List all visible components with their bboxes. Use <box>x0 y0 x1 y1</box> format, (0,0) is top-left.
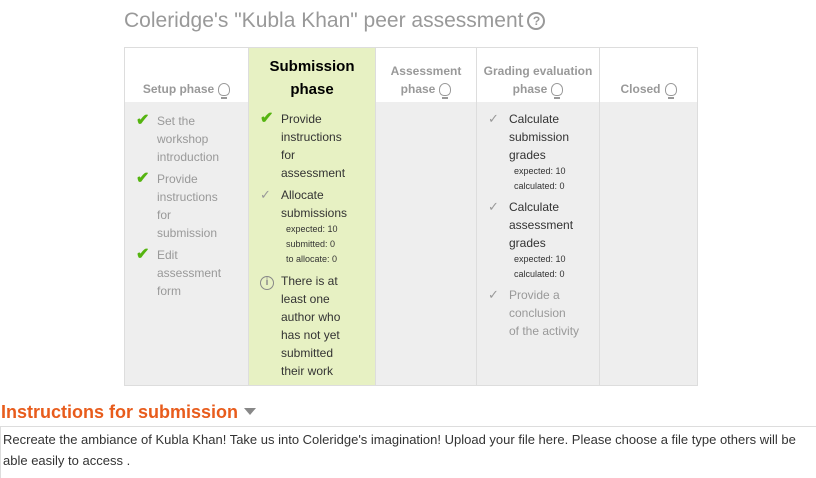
phase-header: Submission phase <box>249 48 375 102</box>
phase-tasks: ✓ Calculate submission grades expected: … <box>477 102 599 385</box>
phase-name-line1: Submission <box>269 58 355 75</box>
phase-name-line2: phase <box>290 81 334 98</box>
check-icon: ✔ <box>136 246 150 263</box>
phase-tasks: ✔ Provide instructions for assessment ✓ … <box>249 102 375 385</box>
task-detail: expected: 10 <box>286 224 338 234</box>
phase-tasks: ✔ Set the workshop introduction ✔ Provid… <box>125 102 248 385</box>
phase-closed: Closed <box>599 48 697 385</box>
phase-tasks <box>376 102 476 385</box>
phase-header[interactable]: Assessment phase <box>376 48 476 102</box>
phase-name-line1: Grading evaluation <box>483 64 593 78</box>
task-line[interactable]: submission <box>157 224 218 242</box>
section-heading[interactable]: Instructions for submission <box>1 402 257 423</box>
workshop-planner: Setup phase ✔ Set the workshop introduct… <box>124 47 698 386</box>
phase-name: Setup phase <box>142 82 215 96</box>
task-line[interactable]: assessment <box>509 216 573 234</box>
task-line[interactable]: assessment <box>281 164 345 182</box>
task-detail: calculated: 0 <box>514 269 565 279</box>
task-line[interactable]: for <box>157 206 218 224</box>
task-line[interactable]: of the activity <box>509 322 579 340</box>
task-line[interactable]: workshop <box>157 130 219 148</box>
chevron-down-icon[interactable] <box>244 408 257 415</box>
phase-header[interactable]: Grading evaluation phase <box>477 48 599 102</box>
task-line[interactable]: Calculate <box>509 110 569 128</box>
phase-tasks <box>600 102 697 385</box>
task-line: least one <box>281 292 330 306</box>
task-detail: expected: 10 <box>514 254 566 264</box>
phase-name: Closed <box>620 82 661 96</box>
phase-grading-evaluation: Grading evaluation phase ✓ Calculate sub… <box>476 48 599 385</box>
task-line[interactable]: assessment <box>157 264 221 282</box>
phase-setup: Setup phase ✔ Set the workshop introduct… <box>125 48 248 385</box>
phase-submission: Submission phase ✔ Provide instructions … <box>248 48 375 385</box>
task-line[interactable]: Allocate <box>281 186 347 204</box>
task-line[interactable]: Calculate <box>509 198 573 216</box>
task-line[interactable]: Provide <box>157 170 218 188</box>
phase-name-line2: phase <box>400 82 436 96</box>
instructions-text: Recreate the ambiance of Kubla Khan! Tak… <box>3 432 796 468</box>
task-detail: expected: 10 <box>514 166 566 176</box>
task-line[interactable]: conclusion <box>509 304 579 322</box>
task-detail: submitted: 0 <box>286 239 336 249</box>
todo-check-icon: ✓ <box>260 187 271 202</box>
question-circle-icon[interactable]: ? <box>527 12 546 30</box>
task-line: author who <box>281 310 341 324</box>
info-icon: i <box>260 273 276 290</box>
todo-check-icon: ✓ <box>488 199 499 214</box>
task-line[interactable]: grades <box>509 234 573 252</box>
task-line[interactable]: introduction <box>157 148 219 166</box>
check-icon: ✔ <box>136 170 150 187</box>
task-line: There is at <box>281 274 338 288</box>
check-icon: ✔ <box>260 110 274 127</box>
phase-header[interactable]: Setup phase <box>125 48 248 102</box>
lightbulb-icon[interactable] <box>218 83 231 99</box>
task-line[interactable]: Edit <box>157 246 221 264</box>
task-detail: to allocate: 0 <box>286 254 338 264</box>
task-line: submitted <box>281 346 334 360</box>
task-line[interactable]: Set the <box>157 112 219 130</box>
task-line[interactable]: Provide a <box>509 286 579 304</box>
task-line[interactable]: form <box>157 282 221 300</box>
task-line[interactable]: instructions <box>281 128 345 146</box>
lightbulb-icon[interactable] <box>551 83 564 99</box>
task-line: their work <box>281 364 334 378</box>
page-title: Coleridge's "Kubla Khan" peer assessment… <box>124 9 546 33</box>
phase-name-line2: phase <box>512 82 548 96</box>
task-line[interactable]: instructions <box>157 188 218 206</box>
lightbulb-icon[interactable] <box>439 83 452 99</box>
instructions-box: Recreate the ambiance of Kubla Khan! Tak… <box>0 426 816 478</box>
task-line: has not yet <box>281 328 340 342</box>
task-line[interactable]: grades <box>509 146 569 164</box>
task-line[interactable]: for <box>281 146 345 164</box>
phase-assessment: Assessment phase <box>375 48 476 385</box>
todo-check-icon: ✓ <box>488 287 499 302</box>
task-detail: calculated: 0 <box>514 181 565 191</box>
phase-header[interactable]: Closed <box>600 48 697 102</box>
task-line[interactable]: submission <box>509 128 569 146</box>
task-line[interactable]: submissions <box>281 204 347 222</box>
lightbulb-icon[interactable] <box>664 83 677 99</box>
section-title: Instructions for submission <box>1 402 239 422</box>
task-line[interactable]: Provide <box>281 110 345 128</box>
phase-name-line1: Assessment <box>390 64 462 78</box>
todo-check-icon: ✓ <box>488 111 499 126</box>
check-icon: ✔ <box>136 112 150 129</box>
page-title-text: Coleridge's "Kubla Khan" peer assessment <box>124 9 524 32</box>
